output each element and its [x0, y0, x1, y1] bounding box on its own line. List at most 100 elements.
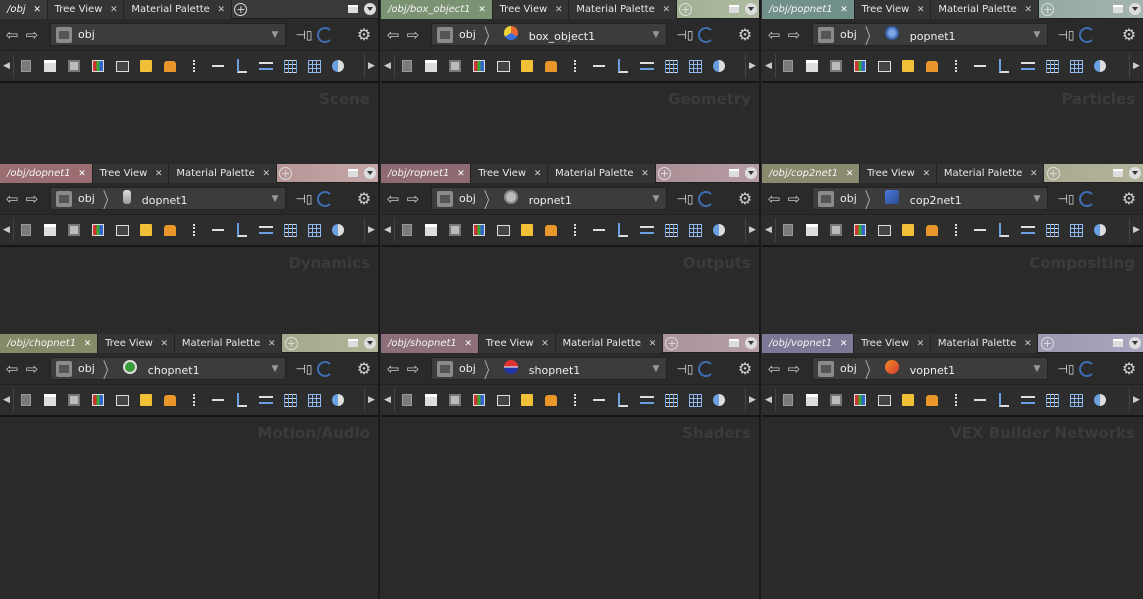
network-path-field[interactable]: obj 〉 box_object1 ▼ — [431, 23, 667, 50]
gear-icon[interactable]: ⚙ — [736, 189, 754, 208]
horizontal-align-button[interactable] — [968, 390, 992, 410]
snap-vertical-button[interactable] — [992, 220, 1016, 240]
forward-button[interactable]: ⇨ — [784, 359, 804, 379]
chevron-down-icon[interactable]: ▼ — [1031, 28, 1043, 41]
breadcrumb-node[interactable]: 〉 ropnet1 — [476, 189, 572, 214]
breadcrumb-root[interactable]: obj — [459, 28, 476, 41]
back-button[interactable]: ⇦ — [2, 25, 22, 45]
tab-network-path[interactable]: /obj/vopnet1 ✕ — [762, 334, 855, 353]
notes-button[interactable] — [62, 390, 86, 410]
gear-icon[interactable]: ⚙ — [736, 25, 754, 44]
breadcrumb-root[interactable]: obj — [459, 192, 476, 205]
vertical-align-button[interactable] — [563, 390, 587, 410]
display-options-button[interactable] — [707, 220, 731, 240]
snap-vertical-button[interactable] — [230, 220, 254, 240]
link-group-icon[interactable] — [317, 26, 333, 43]
add-tab-button[interactable]: + — [677, 0, 695, 18]
tab-network-path[interactable]: /obj/chopnet1 ✕ — [0, 334, 99, 353]
network-box-button[interactable] — [539, 56, 563, 76]
add-tab-button[interactable]: + — [656, 164, 674, 182]
close-icon[interactable]: ✕ — [463, 338, 474, 349]
gear-icon[interactable]: ⚙ — [355, 359, 373, 378]
tab-material-palette[interactable]: Material Palette ✕ — [936, 164, 1045, 183]
image-view-button[interactable] — [491, 220, 515, 240]
image-view-button[interactable] — [110, 56, 134, 76]
maximize-pane-button[interactable] — [344, 0, 362, 18]
grid-button[interactable] — [1064, 220, 1088, 240]
list-view-button[interactable] — [419, 56, 443, 76]
grid-button[interactable] — [1064, 390, 1088, 410]
scroll-left-button[interactable]: ◀ — [762, 218, 776, 242]
vertical-align-button[interactable] — [563, 56, 587, 76]
network-path-field[interactable]: obj ▼ — [50, 23, 286, 46]
network-box-button[interactable] — [920, 390, 944, 410]
link-group-icon[interactable] — [317, 190, 333, 207]
snap-horizontal-button[interactable] — [635, 56, 659, 76]
snap-vertical-button[interactable] — [611, 390, 635, 410]
snap-vertical-button[interactable] — [611, 56, 635, 76]
sticky-note-button[interactable] — [896, 56, 920, 76]
snap-vertical-button[interactable] — [992, 390, 1016, 410]
snap-vertical-button[interactable] — [992, 56, 1016, 76]
add-tab-button[interactable]: + — [282, 334, 300, 352]
maximize-pane-button[interactable] — [344, 164, 362, 182]
add-tab-button[interactable]: + — [1044, 164, 1062, 182]
grid-snap-button[interactable] — [278, 220, 302, 240]
forward-button[interactable]: ⇨ — [22, 189, 42, 209]
tab-tree-view[interactable]: Tree View ✕ — [854, 334, 931, 353]
pane-menu-button[interactable] — [1127, 334, 1143, 352]
scroll-left-button[interactable]: ◀ — [0, 54, 14, 78]
scroll-left-button[interactable]: ◀ — [762, 388, 776, 412]
chevron-down-icon[interactable]: ▼ — [269, 28, 281, 41]
grid-color-button[interactable] — [848, 56, 872, 76]
grid-color-button[interactable] — [86, 56, 110, 76]
node-info-button[interactable] — [776, 220, 800, 240]
back-button[interactable]: ⇦ — [764, 189, 784, 209]
tab-material-palette[interactable]: Material Palette ✕ — [930, 334, 1039, 353]
network-box-button[interactable] — [920, 56, 944, 76]
forward-button[interactable]: ⇨ — [403, 189, 423, 209]
chevron-down-icon[interactable]: ▼ — [269, 192, 281, 205]
pane-menu-button[interactable] — [362, 334, 378, 352]
image-view-button[interactable] — [872, 220, 896, 240]
list-view-button[interactable] — [38, 56, 62, 76]
network-box-button[interactable] — [920, 220, 944, 240]
network-box-button[interactable] — [158, 390, 182, 410]
scroll-right-button[interactable]: ▶ — [364, 388, 378, 412]
notes-button[interactable] — [824, 390, 848, 410]
pin-button[interactable]: ⊣▯ — [675, 189, 695, 209]
pane-menu-button[interactable] — [362, 164, 378, 182]
notes-button[interactable] — [824, 56, 848, 76]
tab-network-path[interactable]: /obj/dopnet1 ✕ — [0, 164, 93, 183]
scroll-left-button[interactable]: ◀ — [0, 218, 14, 242]
grid-snap-button[interactable] — [278, 390, 302, 410]
node-info-button[interactable] — [776, 56, 800, 76]
snap-horizontal-button[interactable] — [254, 56, 278, 76]
link-group-icon[interactable] — [698, 190, 714, 207]
pin-button[interactable]: ⊣▯ — [675, 25, 695, 45]
link-group-icon[interactable] — [1079, 190, 1095, 207]
grid-snap-button[interactable] — [1040, 220, 1064, 240]
grid-color-button[interactable] — [86, 220, 110, 240]
close-icon[interactable]: ✕ — [839, 4, 850, 15]
close-icon[interactable]: ✕ — [477, 4, 488, 15]
grid-snap-button[interactable] — [1040, 56, 1064, 76]
node-info-button[interactable] — [14, 390, 38, 410]
pane-menu-button[interactable] — [1127, 164, 1143, 182]
tab-tree-view[interactable]: Tree View ✕ — [492, 0, 570, 19]
vertical-align-button[interactable] — [944, 390, 968, 410]
link-group-icon[interactable] — [317, 360, 333, 377]
display-options-button[interactable] — [326, 390, 350, 410]
tab-tree-view[interactable]: Tree View ✕ — [854, 0, 932, 19]
close-icon[interactable]: ✕ — [915, 338, 926, 349]
grid-snap-button[interactable] — [278, 56, 302, 76]
tab-tree-view[interactable]: Tree View ✕ — [478, 334, 556, 353]
snap-vertical-button[interactable] — [611, 220, 635, 240]
back-button[interactable]: ⇦ — [2, 359, 22, 379]
close-icon[interactable]: ✕ — [1022, 338, 1033, 349]
node-info-button[interactable] — [14, 56, 38, 76]
grid-snap-button[interactable] — [659, 390, 683, 410]
grid-color-button[interactable] — [467, 390, 491, 410]
grid-snap-button[interactable] — [659, 220, 683, 240]
node-info-button[interactable] — [776, 390, 800, 410]
